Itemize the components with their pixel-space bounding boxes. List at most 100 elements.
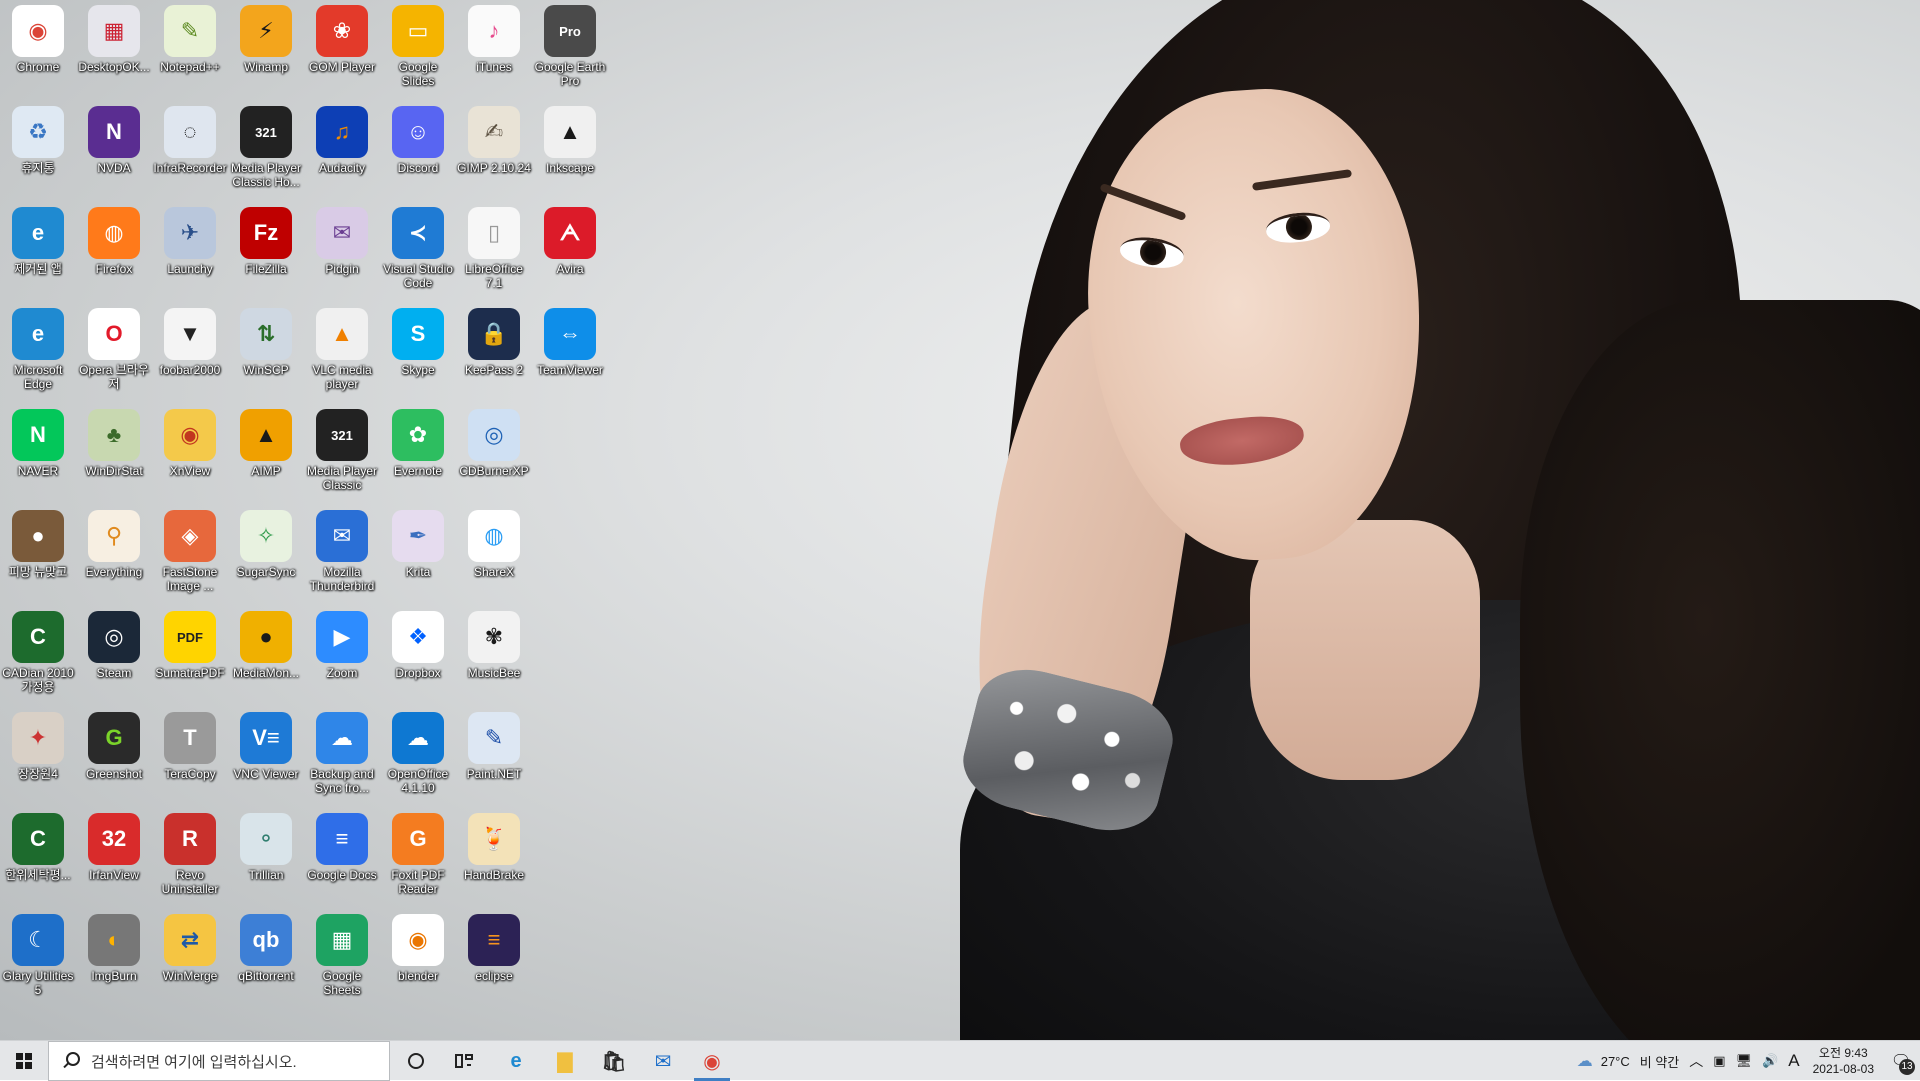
desktop-shortcut[interactable]: ✧ SugarSync (228, 507, 304, 607)
desktop-shortcut[interactable]: 321 Media Player Classic Ho... (228, 103, 304, 203)
winamp-icon: ⚡ (240, 5, 292, 57)
desktop-shortcut[interactable]: ✦ 장장원4 (0, 709, 76, 809)
weather-widget[interactable]: ☁ 27°C 비 약간 (1577, 1051, 1680, 1071)
desktop-shortcut[interactable]: PDF SumatraPDF (152, 608, 228, 708)
desktop-shortcut[interactable]: ▭ Google Slides (380, 2, 456, 102)
desktop-shortcut[interactable]: ≡ eclipse (456, 911, 532, 1011)
cortana-button[interactable] (392, 1041, 440, 1081)
desktop-shortcut[interactable]: ◉ XnView (152, 406, 228, 506)
desktop-shortcut[interactable]: ◐ ImgBurn (76, 911, 152, 1011)
desktop-shortcut[interactable]: ▲ Inkscape (532, 103, 608, 203)
desktop-shortcut[interactable]: N NVDA (76, 103, 152, 203)
meet-now-icon[interactable]: ▣ (1713, 1053, 1725, 1069)
mail-taskbar-button[interactable]: ✉ (639, 1041, 687, 1081)
desktop-shortcut-label: TeamViewer (537, 363, 603, 377)
desktop-shortcut[interactable]: ✎ Paint.NET (456, 709, 532, 809)
desktop-shortcut[interactable]: ♻ 휴지통 (0, 103, 76, 203)
volume-icon[interactable]: 🔊 (1762, 1053, 1778, 1069)
desktop-shortcut[interactable]: ⚲ Everything (76, 507, 152, 607)
start-button[interactable] (0, 1041, 48, 1081)
desktop-shortcut[interactable]: ◈ FastStone Image ... (152, 507, 228, 607)
desktop-shortcut-label: XnView (169, 464, 211, 478)
thunderbird-icon: ✉ (316, 510, 368, 562)
desktop-shortcut[interactable]: ❀ GOM Player (304, 2, 380, 102)
chrome-taskbar-button[interactable]: ◉ (688, 1041, 736, 1081)
desktop-shortcut[interactable]: ⇔ TeamViewer (532, 305, 608, 405)
desktop-shortcut[interactable]: qb qBittorrent (228, 911, 304, 1011)
desktop-shortcut[interactable]: ≺ Visual Studio Code (380, 204, 456, 304)
taskbar-search-box[interactable]: 검색하려면 여기에 입력하십시오. (48, 1041, 390, 1081)
show-hidden-icons-button[interactable]: ︿ (1689, 1051, 1703, 1071)
desktop-shortcut[interactable]: ✍ GIMP 2.10.24 (456, 103, 532, 203)
desktop-shortcut[interactable]: ▲ VLC media player (304, 305, 380, 405)
desktop-shortcut[interactable]: ✾ MusicBee (456, 608, 532, 708)
desktop-shortcut[interactable]: ● 피망 뉴맞고 (0, 507, 76, 607)
desktop-shortcut[interactable]: ✈ Launchy (152, 204, 228, 304)
desktop-shortcut[interactable]: ▼ foobar2000 (152, 305, 228, 405)
task-view-button[interactable] (440, 1041, 488, 1081)
desktop-shortcut[interactable]: O Opera 브라우저 (76, 305, 152, 405)
desktop-shortcut[interactable]: T TeraCopy (152, 709, 228, 809)
desktop-shortcut[interactable]: ☁ OpenOffice 4.1.10 (380, 709, 456, 809)
desktop-shortcut[interactable]: e Microsoft Edge (0, 305, 76, 405)
desktop-shortcut[interactable]: ❖ Dropbox (380, 608, 456, 708)
desktop-shortcut[interactable]: ⚬ Trillian (228, 810, 304, 910)
desktop-shortcut[interactable]: ✎ Notepad++ (152, 2, 228, 102)
desktop-shortcut[interactable]: R Revo Uninstaller (152, 810, 228, 910)
input-method-indicator[interactable]: A (1788, 1051, 1799, 1071)
desktop-shortcut[interactable]: ✉ Pidgin (304, 204, 380, 304)
desktop-shortcut[interactable]: ◌ InfraRecorder (152, 103, 228, 203)
file-explorer-taskbar-button[interactable]: ▇ (541, 1041, 589, 1081)
desktop-shortcut[interactable]: 🔒 KeePass 2 (456, 305, 532, 405)
desktop-shortcut-label: Skype (401, 363, 435, 377)
desktop-shortcut[interactable]: G Foxit PDF Reader (380, 810, 456, 910)
desktop-shortcut-label: Google Slides (398, 60, 438, 88)
desktop-shortcut[interactable]: ⇄ WinMerge (152, 911, 228, 1011)
desktop-shortcut[interactable]: ◎ CDBurnerXP (456, 406, 532, 506)
desktop-shortcut[interactable]: ◉ blender (380, 911, 456, 1011)
desktop-shortcut[interactable]: ✿ Evernote (380, 406, 456, 506)
mpc-icon: 321 (316, 409, 368, 461)
desktop-shortcut[interactable]: ☁ Backup and Sync fro... (304, 709, 380, 809)
desktop-shortcut[interactable]: Fz FileZilla (228, 204, 304, 304)
desktop-shortcut[interactable]: ♣ WinDirStat (76, 406, 152, 506)
action-center-button[interactable]: 🗨 13 (1882, 1041, 1920, 1081)
desktop-shortcut[interactable]: ✒ Krita (380, 507, 456, 607)
desktop-shortcut[interactable]: 🍹 HandBrake (456, 810, 532, 910)
desktop-shortcut[interactable]: ▶ Zoom (304, 608, 380, 708)
desktop-shortcut[interactable]: ᗅ Avira (532, 204, 608, 304)
clock[interactable]: 오전 9:43 2021-08-03 (1813, 1045, 1874, 1077)
desktop-shortcut[interactable]: ♪ iTunes (456, 2, 532, 102)
desktop-shortcut-label: IrfanView (89, 868, 139, 882)
desktop-shortcut[interactable]: V≡ VNC Viewer (228, 709, 304, 809)
desktop-shortcut[interactable]: ◉ Chrome (0, 2, 76, 102)
desktop-shortcut[interactable]: Pro Google Earth Pro (532, 2, 608, 102)
desktop-shortcut-label: SumatraPDF (155, 666, 225, 680)
desktop-shortcut[interactable]: S Skype (380, 305, 456, 405)
desktop-shortcut[interactable]: ☾ Glary Utilities 5 (0, 911, 76, 1011)
desktop-shortcut[interactable]: ◎ Steam (76, 608, 152, 708)
desktop-shortcut[interactable]: ♫ Audacity (304, 103, 380, 203)
desktop-shortcut[interactable]: ✉ Mozilla Thunderbird (304, 507, 380, 607)
desktop-shortcut[interactable]: 32 IrfanView (76, 810, 152, 910)
desktop-shortcut[interactable]: ▯ LibreOffice 7.1 (456, 204, 532, 304)
desktop-shortcut[interactable]: ≡ Google Docs (304, 810, 380, 910)
desktop-shortcut[interactable]: C CADian 2010 가정용 (0, 608, 76, 708)
desktop-shortcut[interactable]: ◍ Firefox (76, 204, 152, 304)
network-icon[interactable]: 🖥 (1736, 1053, 1753, 1069)
edge-taskbar-button[interactable]: e (492, 1041, 540, 1081)
desktop-shortcut[interactable]: C 한위세탁평... (0, 810, 76, 910)
desktop-shortcut[interactable]: ⇅ WinSCP (228, 305, 304, 405)
desktop-shortcut[interactable]: ▦ Google Sheets (304, 911, 380, 1011)
desktop-shortcut[interactable]: ⚡ Winamp (228, 2, 304, 102)
desktop-shortcut[interactable]: ◍ ShareX (456, 507, 532, 607)
desktop-shortcut[interactable]: ☺ Discord (380, 103, 456, 203)
desktop-shortcut[interactable]: N NAVER (0, 406, 76, 506)
desktop-shortcut[interactable]: G Greenshot (76, 709, 152, 809)
desktop-shortcut[interactable]: ▦ DesktopOK... (76, 2, 152, 102)
desktop-shortcut[interactable]: e 제거된 앱 (0, 204, 76, 304)
store-taskbar-button[interactable]: 🛍 (590, 1041, 638, 1081)
desktop-shortcut[interactable]: ● MediaMon... (228, 608, 304, 708)
desktop-shortcut[interactable]: 321 Media Player Classic (304, 406, 380, 506)
desktop-shortcut[interactable]: ▲ AIMP (228, 406, 304, 506)
